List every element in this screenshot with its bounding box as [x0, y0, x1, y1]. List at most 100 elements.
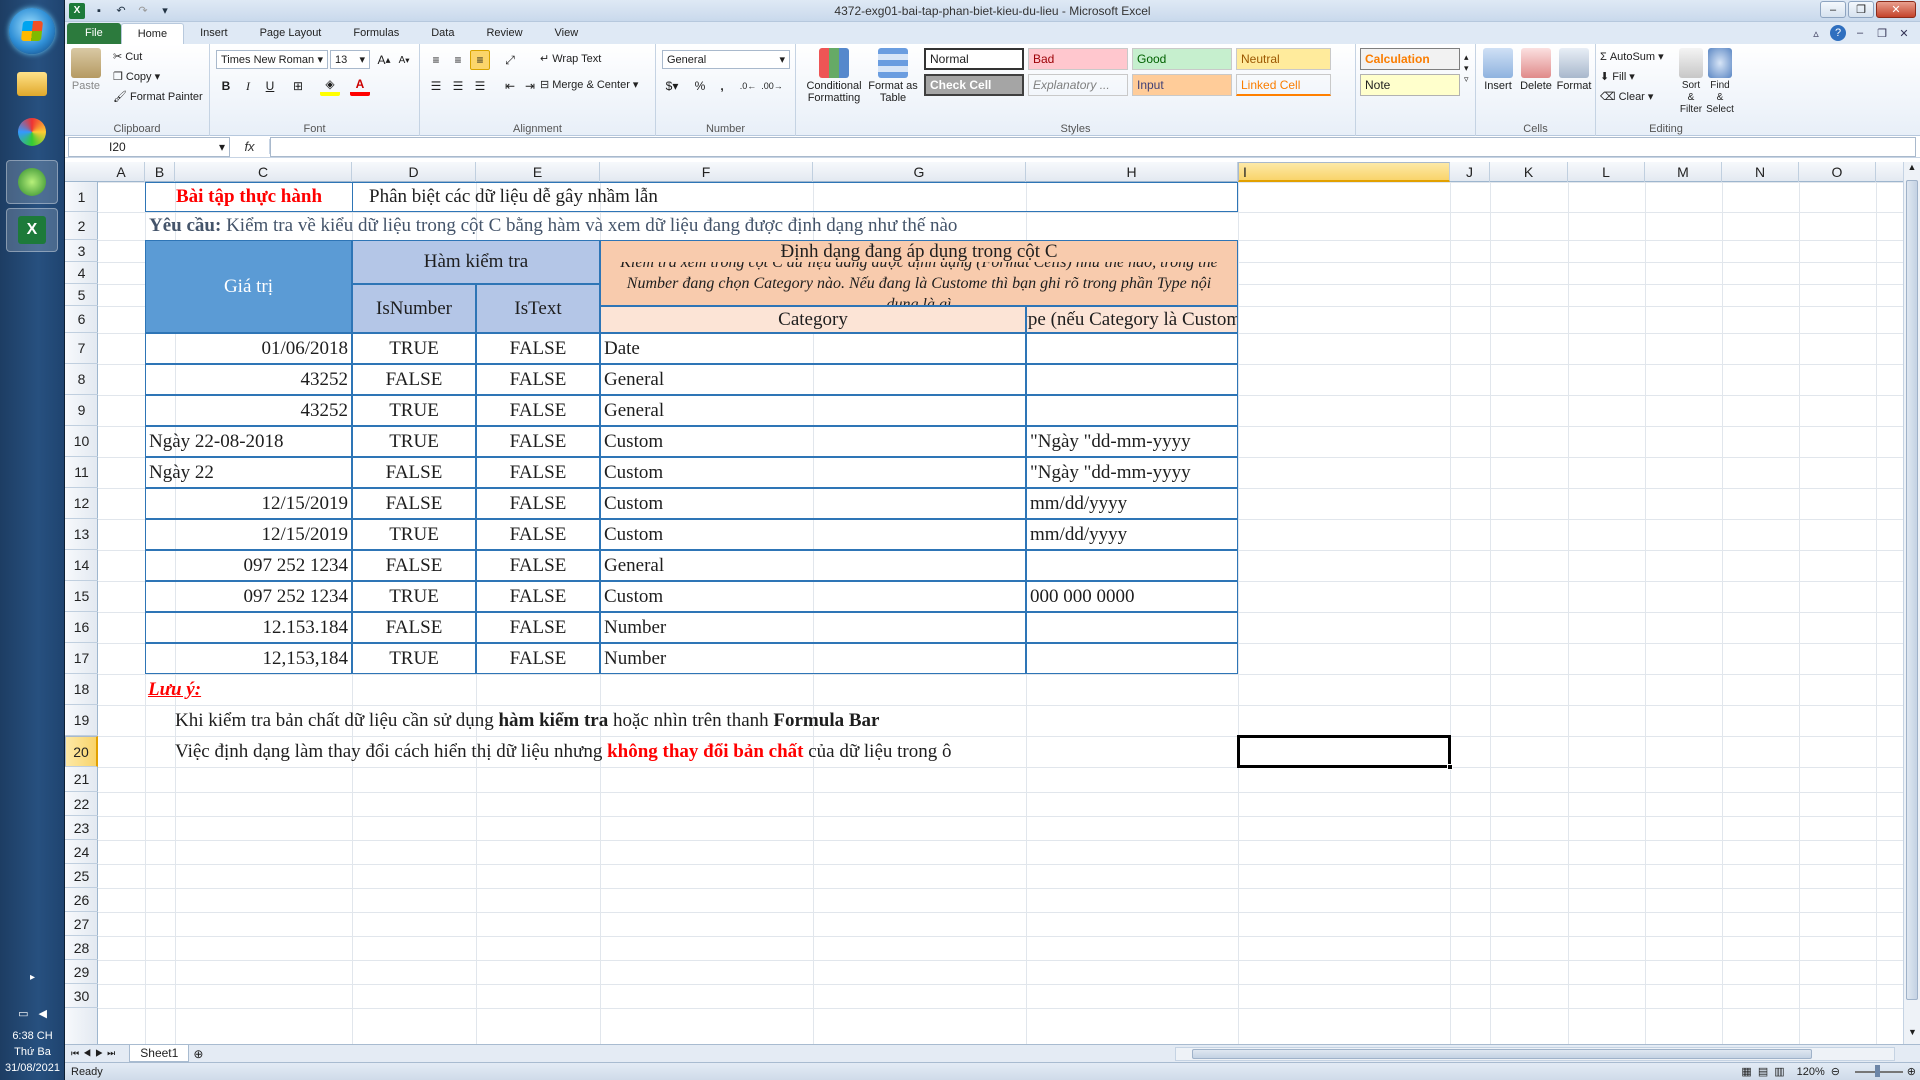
note-label-cell[interactable]: Lưu ý: [145, 674, 476, 705]
type-cell[interactable] [1026, 333, 1238, 364]
column-header-b[interactable]: B [145, 162, 175, 182]
paste-button[interactable]: Paste [71, 48, 101, 92]
isnumber-cell[interactable]: TRUE [352, 333, 476, 364]
clear-button[interactable]: ⌫ Clear ▾ [1600, 90, 1653, 104]
isnumber-cell[interactable]: FALSE [352, 488, 476, 519]
type-cell[interactable] [1026, 395, 1238, 426]
merge-center-button[interactable]: ⊟ Merge & Center ▾ [540, 78, 638, 92]
scroll-up-icon[interactable]: ▲ [1904, 162, 1920, 179]
vertical-scrollbar[interactable]: ▲ ▼ [1903, 162, 1920, 1044]
category-cell[interactable]: Number [600, 612, 1026, 643]
network-icon[interactable]: ▭ [18, 1006, 28, 1022]
delete-cells-button[interactable]: Delete [1518, 48, 1554, 92]
ribbon-minimize-icon[interactable]: ▵ [1808, 25, 1824, 41]
volume-icon[interactable]: ◀ [38, 1006, 46, 1022]
category-cell[interactable]: General [600, 395, 1026, 426]
row-header-21[interactable]: 21 [65, 767, 98, 792]
row-header-4[interactable]: 4 [65, 262, 98, 284]
excel-icon[interactable]: X [6, 208, 58, 252]
font-size-select[interactable]: 13 ▾ [330, 50, 370, 69]
value-cell[interactable]: 43252 [145, 395, 352, 426]
row-header-24[interactable]: 24 [65, 840, 98, 864]
istext-cell[interactable]: FALSE [476, 550, 600, 581]
row-header-6[interactable]: 6 [65, 306, 98, 333]
isnumber-cell[interactable]: TRUE [352, 519, 476, 550]
tab-file[interactable]: File [67, 23, 121, 44]
doc-minimize-icon[interactable]: – [1852, 25, 1868, 41]
style-good[interactable]: Good [1132, 48, 1232, 70]
explorer-icon[interactable] [6, 62, 58, 106]
row-header-30[interactable]: 30 [65, 984, 98, 1008]
column-header-j[interactable]: J [1450, 162, 1490, 182]
zoom-in-icon[interactable]: ⊕ [1907, 1065, 1916, 1078]
style-bad[interactable]: Bad [1028, 48, 1128, 70]
istext-cell[interactable]: FALSE [476, 612, 600, 643]
row-header-28[interactable]: 28 [65, 936, 98, 960]
excel-logo-icon[interactable]: X [69, 2, 85, 19]
column-header-f[interactable]: F [600, 162, 813, 182]
value-cell[interactable]: Ngày 22 [145, 457, 352, 488]
category-cell[interactable]: General [600, 364, 1026, 395]
value-cell[interactable]: 12/15/2019 [145, 488, 352, 519]
fill-color-icon[interactable]: ◈ [320, 76, 340, 96]
category-cell[interactable]: Number [600, 643, 1026, 674]
style-linked-cell[interactable]: Linked Cell [1236, 74, 1331, 96]
row-header-29[interactable]: 29 [65, 960, 98, 984]
column-header-c[interactable]: C [175, 162, 352, 182]
decrease-decimal-icon[interactable]: .00→ [761, 76, 783, 96]
requirement-cell[interactable]: Yêu cầu: Kiểm tra về kiểu dữ liệu trong … [145, 212, 1450, 240]
header-check-functions[interactable]: Hàm kiểm tra [352, 240, 600, 284]
column-header-g[interactable]: G [813, 162, 1026, 182]
title-cell[interactable]: Bài tập thực hành [145, 182, 352, 212]
istext-cell[interactable]: FALSE [476, 581, 600, 612]
gallery-scroll-icon[interactable]: ▴ ▾ ▿ [1464, 52, 1469, 85]
isnumber-cell[interactable]: TRUE [352, 426, 476, 457]
increase-indent-icon[interactable]: ⇥ [520, 76, 540, 96]
category-cell[interactable]: Custom [600, 457, 1026, 488]
row-header-13[interactable]: 13 [65, 519, 98, 550]
type-cell[interactable] [1026, 643, 1238, 674]
row-header-2[interactable]: 2 [65, 212, 98, 240]
type-cell[interactable]: mm/dd/yyyy [1026, 488, 1238, 519]
font-color-icon[interactable]: A [350, 76, 370, 96]
type-cell[interactable] [1026, 364, 1238, 395]
column-header-e[interactable]: E [476, 162, 600, 182]
category-cell[interactable]: General [600, 550, 1026, 581]
row-header-25[interactable]: 25 [65, 864, 98, 888]
orientation-icon[interactable]: ⤢ [500, 50, 520, 70]
format-cells-button[interactable]: Format [1556, 48, 1592, 92]
page-layout-view-icon[interactable]: ▤ [1758, 1065, 1768, 1078]
paint-icon[interactable] [6, 110, 58, 154]
conditional-formatting-button[interactable]: Conditional Formatting [802, 48, 866, 104]
row-header-5[interactable]: 5 [65, 284, 98, 306]
style-normal[interactable]: Normal [924, 48, 1024, 70]
istext-cell[interactable]: FALSE [476, 333, 600, 364]
category-cell[interactable]: Custom [600, 519, 1026, 550]
tab-home[interactable]: Home [120, 23, 185, 44]
number-format-select[interactable]: General ▾ [662, 50, 790, 69]
value-cell[interactable]: 01/06/2018 [145, 333, 352, 364]
sheet-nav-icons[interactable]: ⏮◀▶⏭ [71, 1048, 119, 1059]
italic-button[interactable]: I [238, 76, 258, 96]
align-middle-icon[interactable]: ≡ [448, 50, 468, 70]
type-cell[interactable]: 000 000 0000 [1026, 581, 1238, 612]
align-left-icon[interactable]: ☰ [426, 76, 446, 96]
note-2-cell[interactable]: Việc định dạng làm thay đổi cách hiển th… [145, 736, 1238, 767]
row-header-20[interactable]: 20 [65, 736, 98, 767]
row-header-10[interactable]: 10 [65, 426, 98, 457]
namebox-dropdown-icon[interactable]: ▾ [219, 140, 225, 154]
autosum-button[interactable]: Σ AutoSum ▾ [1600, 50, 1664, 64]
isnumber-cell[interactable]: FALSE [352, 457, 476, 488]
column-header-i[interactable]: I [1238, 162, 1450, 182]
value-cell[interactable]: 12.153.184 [145, 612, 352, 643]
tab-view[interactable]: View [539, 23, 595, 44]
align-center-icon[interactable]: ☰ [448, 76, 468, 96]
normal-view-icon[interactable]: ▦ [1741, 1065, 1751, 1078]
isnumber-cell[interactable]: FALSE [352, 550, 476, 581]
type-cell[interactable]: "Ngày "dd-mm-yyyy [1026, 457, 1238, 488]
value-cell[interactable]: 12,153,184 [145, 643, 352, 674]
restore-button[interactable]: ❐ [1848, 1, 1874, 18]
start-button[interactable] [9, 8, 55, 54]
value-cell[interactable]: 12/15/2019 [145, 519, 352, 550]
percent-button[interactable]: % [690, 76, 710, 96]
